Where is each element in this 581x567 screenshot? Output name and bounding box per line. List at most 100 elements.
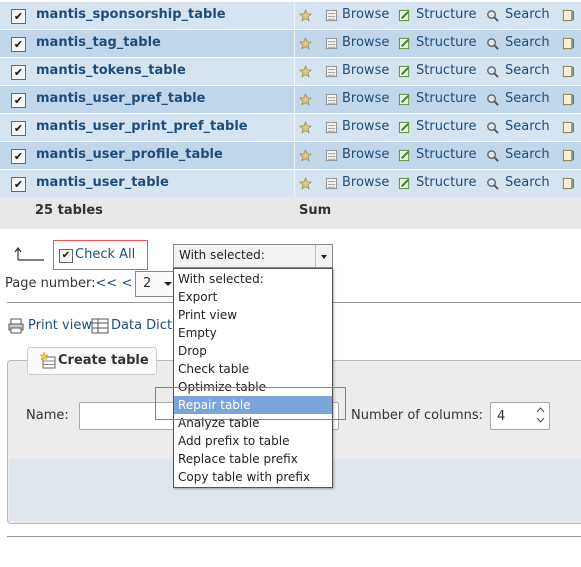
highlight-annotation-box: [155, 387, 346, 420]
chevron-down-icon[interactable]: [315, 245, 332, 267]
table-name-link[interactable]: mantis_tag_table: [36, 35, 161, 50]
table-name-link[interactable]: mantis_user_pref_table: [36, 91, 205, 106]
search-link[interactable]: Search: [505, 175, 550, 190]
structure-link[interactable]: Structure: [416, 91, 476, 106]
favorite-star-icon[interactable]: [299, 9, 312, 22]
favorite-star-icon[interactable]: [299, 65, 312, 78]
row-checkbox[interactable]: ✔: [11, 37, 26, 52]
insert-icon[interactable]: [562, 121, 575, 134]
browse-icon: [325, 177, 338, 190]
column-divider: [294, 30, 295, 57]
table-name-link[interactable]: mantis_user_print_pref_table: [36, 119, 248, 134]
table-name-link[interactable]: mantis_user_profile_table: [36, 147, 223, 162]
row-checkbox[interactable]: ✔: [11, 93, 26, 108]
structure-link[interactable]: Structure: [416, 119, 476, 134]
search-link[interactable]: Search: [505, 91, 550, 106]
structure-icon: [398, 149, 410, 162]
option-copy-table-with-prefix[interactable]: Copy table with prefix: [174, 468, 332, 486]
column-divider: [294, 86, 295, 113]
option-add-prefix-to-table[interactable]: Add prefix to table: [174, 432, 332, 450]
search-link[interactable]: Search: [505, 7, 550, 22]
table-name-link[interactable]: mantis_sponsorship_table: [36, 7, 226, 22]
structure-link[interactable]: Structure: [416, 63, 476, 78]
table-row: ✔ mantis_user_profile_table Browse Struc…: [0, 142, 581, 169]
search-icon: [487, 150, 499, 162]
spinner-arrows-icon[interactable]: [536, 406, 545, 424]
previous-page-link[interactable]: <: [121, 276, 132, 291]
check-all[interactable]: ✔ Check All: [53, 240, 148, 270]
browse-icon: [325, 9, 338, 22]
favorite-star-icon[interactable]: [299, 93, 312, 106]
table-name-link[interactable]: mantis_user_table: [36, 175, 169, 190]
page-number-label: Page number:: [5, 276, 96, 291]
create-table-legend: Create table: [27, 347, 157, 375]
table-row: ✔ mantis_user_print_pref_table Browse St…: [0, 114, 581, 141]
browse-link[interactable]: Browse: [342, 119, 389, 134]
check-all-label[interactable]: Check All: [75, 247, 135, 262]
insert-icon[interactable]: [562, 177, 575, 190]
structure-icon: [398, 177, 410, 190]
search-link[interactable]: Search: [505, 35, 550, 50]
search-link[interactable]: Search: [505, 63, 550, 78]
option-export[interactable]: Export: [174, 288, 332, 306]
insert-icon[interactable]: [562, 93, 575, 106]
browse-link[interactable]: Browse: [342, 63, 389, 78]
structure-icon: [398, 9, 410, 22]
row-checkbox[interactable]: ✔: [11, 121, 26, 136]
row-checkbox[interactable]: ✔: [11, 9, 26, 24]
browse-link[interactable]: Browse: [342, 147, 389, 162]
with-selected-select[interactable]: With selected:: [173, 244, 333, 268]
structure-icon: [398, 93, 410, 106]
page-select[interactable]: 2: [135, 271, 175, 297]
new-table-icon: [39, 352, 56, 369]
data-dictionary-link[interactable]: Data Dict: [111, 318, 172, 333]
option-drop[interactable]: Drop: [174, 342, 332, 360]
table-row: ✔ mantis_tag_table Browse Structure Sear…: [0, 30, 581, 57]
browse-link[interactable]: Browse: [342, 91, 389, 106]
table-name-link[interactable]: mantis_tokens_table: [36, 63, 186, 78]
search-icon: [487, 122, 499, 134]
row-checkbox[interactable]: ✔: [11, 177, 26, 192]
search-icon: [487, 10, 499, 22]
favorite-star-icon[interactable]: [299, 177, 312, 190]
structure-link[interactable]: Structure: [416, 35, 476, 50]
browse-link[interactable]: Browse: [342, 35, 389, 50]
browse-link[interactable]: Browse: [342, 7, 389, 22]
table-count: 25 tables: [35, 203, 103, 218]
option-empty[interactable]: Empty: [174, 324, 332, 342]
column-divider: [294, 142, 295, 169]
insert-icon[interactable]: [562, 149, 575, 162]
print-view-link[interactable]: Print view: [28, 318, 92, 333]
option-with-selected[interactable]: With selected:: [174, 270, 332, 288]
table-footer-row: 25 tables Sum: [0, 197, 581, 229]
insert-icon[interactable]: [562, 9, 575, 22]
data-dictionary-icon: [91, 318, 109, 334]
favorite-star-icon[interactable]: [299, 37, 312, 50]
pagination: Page number:<< <: [5, 276, 132, 291]
browse-icon: [325, 65, 338, 78]
browse-icon: [325, 37, 338, 50]
column-divider: [294, 170, 295, 197]
row-checkbox[interactable]: ✔: [11, 149, 26, 164]
insert-icon[interactable]: [562, 65, 575, 78]
search-link[interactable]: Search: [505, 119, 550, 134]
browse-icon: [325, 149, 338, 162]
first-page-link[interactable]: <<: [96, 276, 118, 291]
structure-link[interactable]: Structure: [416, 175, 476, 190]
number-of-columns-input[interactable]: 4: [490, 402, 550, 430]
table-row: ✔ mantis_tokens_table Browse Structure S…: [0, 58, 581, 85]
table-row: ✔ mantis_user_pref_table Browse Structur…: [0, 86, 581, 113]
option-replace-table-prefix[interactable]: Replace table prefix: [174, 450, 332, 468]
structure-link[interactable]: Structure: [416, 147, 476, 162]
check-all-checkbox[interactable]: ✔: [59, 249, 73, 263]
option-check-table[interactable]: Check table: [174, 360, 332, 378]
favorite-star-icon[interactable]: [299, 149, 312, 162]
sum-label: Sum: [299, 203, 332, 218]
insert-icon[interactable]: [562, 37, 575, 50]
browse-link[interactable]: Browse: [342, 175, 389, 190]
favorite-star-icon[interactable]: [299, 121, 312, 134]
structure-link[interactable]: Structure: [416, 7, 476, 22]
search-link[interactable]: Search: [505, 147, 550, 162]
row-checkbox[interactable]: ✔: [11, 65, 26, 80]
option-print-view[interactable]: Print view: [174, 306, 332, 324]
